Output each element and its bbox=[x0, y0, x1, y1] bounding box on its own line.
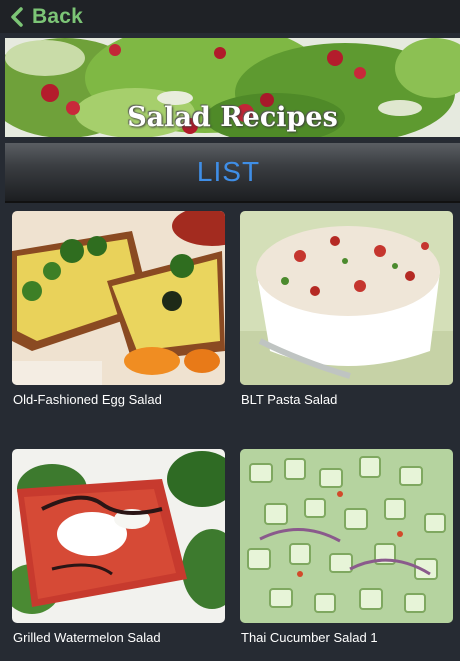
recipe-name: BLT Pasta Salad bbox=[241, 392, 338, 407]
recipe-card-egg-salad[interactable]: Old-Fashioned Egg Salad bbox=[12, 211, 225, 407]
back-button[interactable]: Back bbox=[0, 0, 83, 33]
recipe-name: Old-Fashioned Egg Salad bbox=[13, 392, 162, 407]
pasta-salad-image bbox=[240, 211, 453, 385]
recipe-name: Thai Cucumber Salad 1 bbox=[241, 630, 378, 645]
banner-title: Salad Recipes bbox=[127, 102, 338, 133]
chevron-left-icon bbox=[11, 6, 23, 27]
recipe-name: Grilled Watermelon Salad bbox=[13, 630, 161, 645]
recipe-card-blt-pasta-salad[interactable]: BLT Pasta Salad bbox=[240, 211, 453, 407]
list-header: LIST bbox=[5, 143, 460, 203]
back-label: Back bbox=[32, 4, 84, 28]
header-banner: Salad Recipes bbox=[5, 38, 460, 137]
recipe-card-grilled-watermelon-salad[interactable]: Grilled Watermelon Salad bbox=[12, 449, 225, 645]
top-bar: Back bbox=[0, 0, 460, 33]
list-title: LIST bbox=[196, 156, 261, 187]
cucumber-salad-image bbox=[240, 449, 453, 623]
watermelon-salad-image bbox=[12, 449, 225, 623]
recipe-card-thai-cucumber-salad[interactable]: Thai Cucumber Salad 1 bbox=[240, 449, 453, 645]
egg-salad-image bbox=[12, 211, 225, 385]
